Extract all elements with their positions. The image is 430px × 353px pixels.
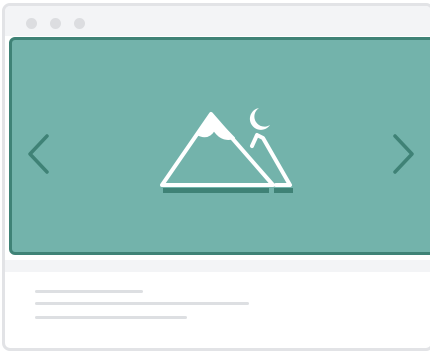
window-titlebar xyxy=(5,6,430,36)
content-separator xyxy=(5,260,430,272)
text-placeholder-line xyxy=(35,290,143,293)
window-close-button[interactable] xyxy=(26,18,37,29)
chevron-left-icon xyxy=(28,134,49,174)
window-minimize-button[interactable] xyxy=(50,18,61,29)
image-carousel xyxy=(9,37,430,255)
text-placeholder-line xyxy=(35,302,249,305)
carousel-next-button[interactable] xyxy=(391,132,417,176)
text-placeholder-line xyxy=(35,316,187,319)
mountain-moon-image-icon xyxy=(160,108,293,193)
carousel-prev-button[interactable] xyxy=(25,132,51,176)
chevron-right-icon xyxy=(393,134,414,174)
window-maximize-button[interactable] xyxy=(74,18,85,29)
browser-window xyxy=(2,3,430,351)
